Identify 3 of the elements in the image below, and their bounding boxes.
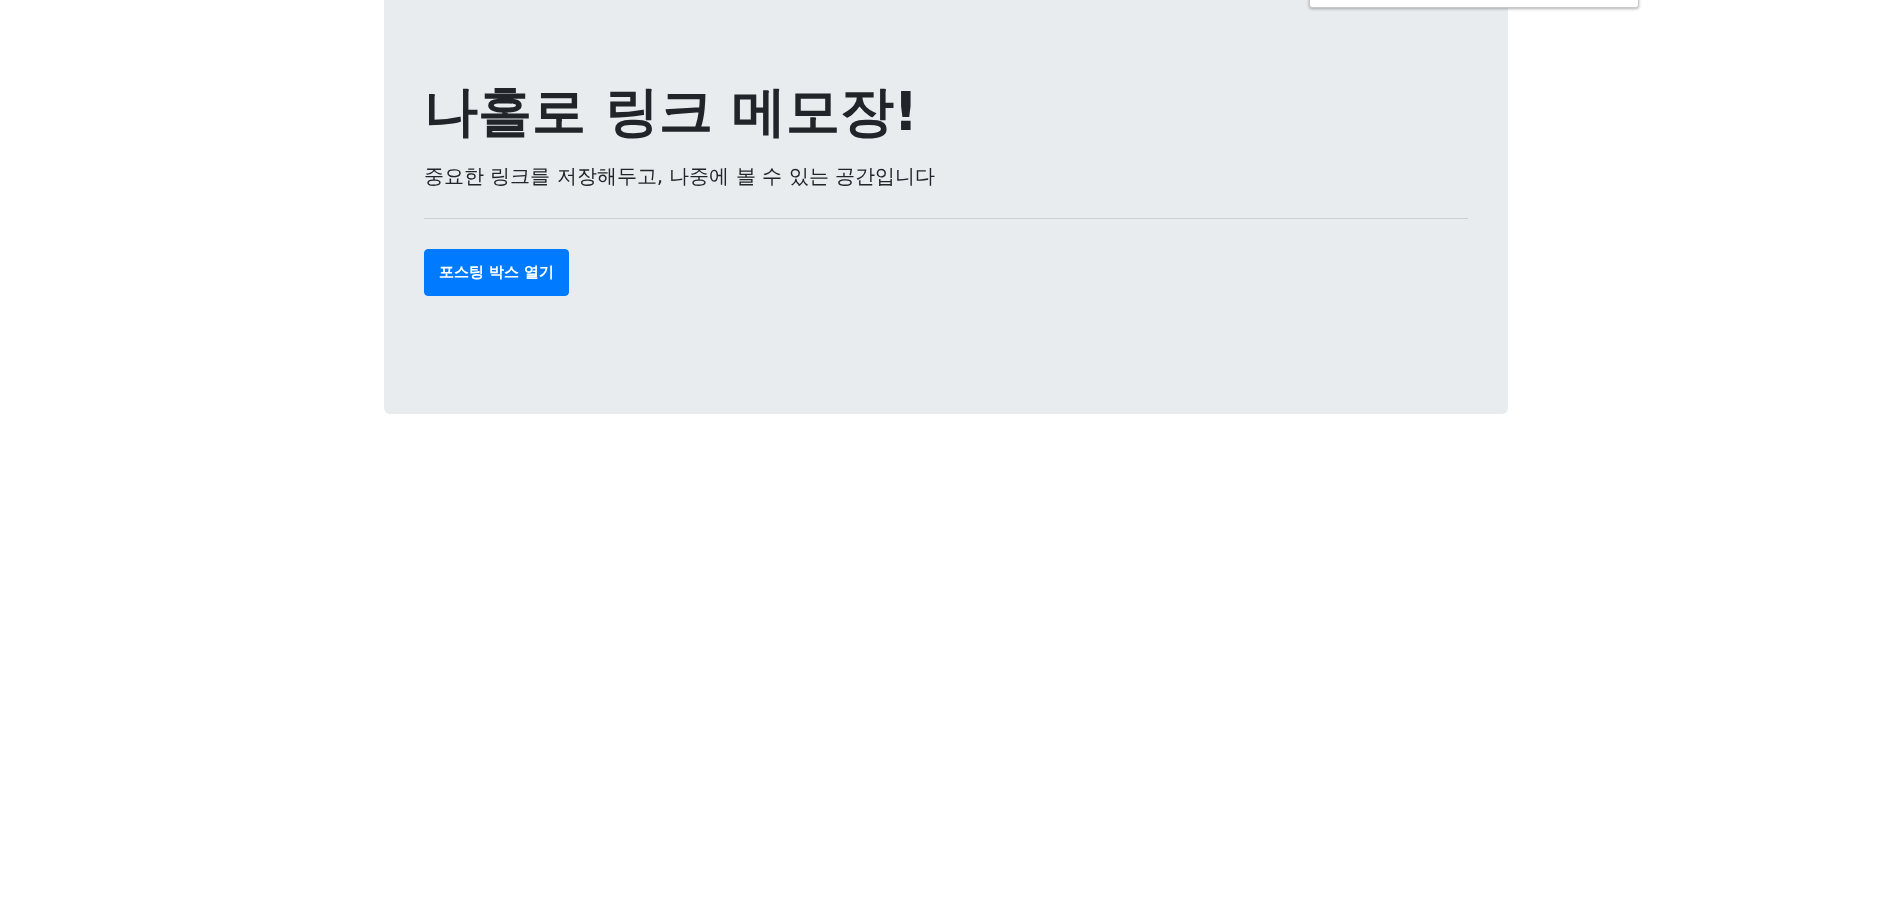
page-title: 나홀로 링크 메모장! (424, 80, 920, 145)
page-subtitle: 중요한 링크를 저장해두고, 나중에 볼 수 있는 공간입니다 (424, 162, 936, 190)
open-posting-box-button[interactable]: 포스팅 박스 열기 (424, 248, 570, 296)
